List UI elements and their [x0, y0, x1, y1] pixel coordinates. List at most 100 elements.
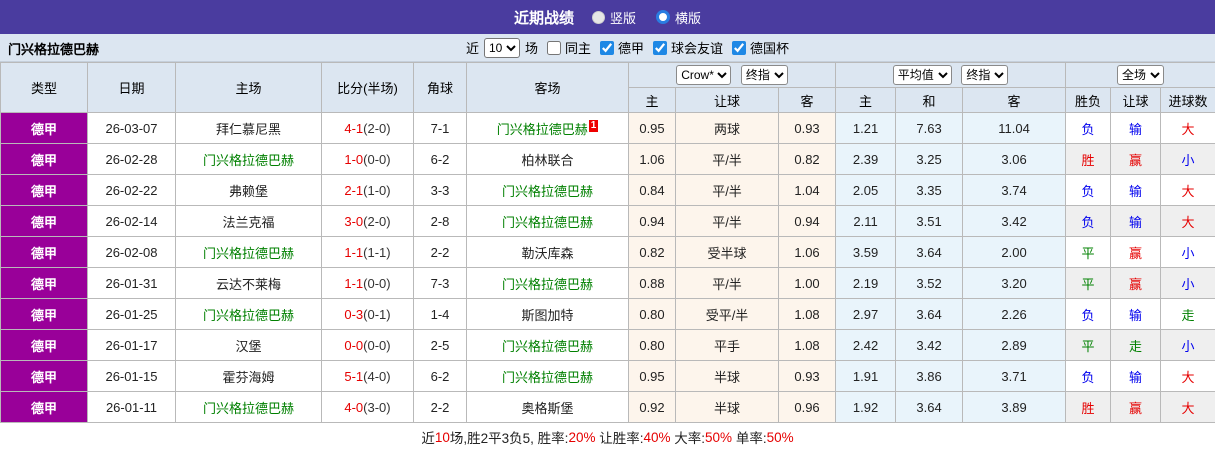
handicap-away-odds: 0.93: [779, 361, 836, 392]
halftime-score: (1-1): [363, 245, 390, 260]
radio-horizontal-label: 横版: [675, 8, 701, 27]
goals-result: 大: [1161, 361, 1215, 392]
away-team: 柏林联合: [467, 144, 629, 175]
corner-cell: 7-1: [414, 113, 467, 144]
league-label-bundesliga: 德甲: [618, 38, 644, 57]
home-team-name: 云达不莱梅: [216, 277, 281, 292]
date-cell: 26-01-15: [88, 361, 176, 392]
handicap-away-odds: 1.06: [779, 237, 836, 268]
handicap-home-odds: 0.80: [629, 299, 676, 330]
avg-draw-odds: 3.64: [896, 237, 963, 268]
league-type-cell: 德甲: [1, 299, 88, 330]
radio-unchecked-icon[interactable]: [592, 11, 605, 24]
handicap-away-odds: 0.82: [779, 144, 836, 175]
avg-home-odds: 2.19: [836, 268, 896, 299]
handicap-line: 平/半: [676, 206, 779, 237]
fulltime-score: 1-1: [344, 276, 363, 291]
fulltime-score: 3-0: [344, 214, 363, 229]
outcome-result: 胜: [1066, 392, 1111, 423]
halftime-score: (2-0): [363, 214, 390, 229]
home-team: 门兴格拉德巴赫: [176, 144, 322, 175]
col-header-type: 类型: [1, 63, 88, 113]
table-row: 德甲 26-01-25 门兴格拉德巴赫 0-3(0-1) 1-4 斯图加特 0.…: [1, 299, 1215, 330]
avg-home-odds: 1.92: [836, 392, 896, 423]
europe-stage-select[interactable]: 终指: [961, 65, 1008, 85]
away-team: 门兴格拉德巴赫: [467, 330, 629, 361]
outcome-result: 负: [1066, 361, 1111, 392]
away-team: 奥格斯堡: [467, 392, 629, 423]
average-odds-select[interactable]: 平均值: [893, 65, 952, 85]
league-type-cell: 德甲: [1, 206, 88, 237]
league-type-cell: 德甲: [1, 330, 88, 361]
date-cell: 26-03-07: [88, 113, 176, 144]
away-team-name: 门兴格拉德巴赫: [502, 370, 593, 385]
avg-draw-odds: 3.86: [896, 361, 963, 392]
away-team: 门兴格拉德巴赫: [467, 175, 629, 206]
date-cell: 26-02-28: [88, 144, 176, 175]
avg-home-odds: 2.05: [836, 175, 896, 206]
top-title-bar: 近期战绩 竖版 横版: [0, 0, 1215, 34]
summary-segment: 20%: [568, 430, 595, 445]
handicap-home-odds: 0.80: [629, 330, 676, 361]
handicap-line: 平/半: [676, 268, 779, 299]
summary-segment: 50%: [767, 430, 794, 445]
layout-radio-vertical[interactable]: 竖版: [592, 8, 636, 27]
match-count-select[interactable]: 10: [484, 38, 520, 58]
sub-header-avg-home: 主: [836, 88, 896, 113]
table-row: 德甲 26-01-17 汉堡 0-0(0-0) 2-5 门兴格拉德巴赫 0.80…: [1, 330, 1215, 361]
handicap-home-odds: 0.95: [629, 361, 676, 392]
odds-company-select[interactable]: Crow*: [676, 65, 731, 85]
score-cell: 3-0(2-0): [322, 206, 414, 237]
away-team: 门兴格拉德巴赫: [467, 361, 629, 392]
avg-home-odds: 2.39: [836, 144, 896, 175]
league-type-cell: 德甲: [1, 361, 88, 392]
league-type-cell: 德甲: [1, 144, 88, 175]
league-checkbox-dfb-pokal[interactable]: [732, 41, 746, 55]
home-team: 拜仁慕尼黑: [176, 113, 322, 144]
table-row: 德甲 26-02-22 弗赖堡 2-1(1-0) 3-3 门兴格拉德巴赫 0.8…: [1, 175, 1215, 206]
page-title: 近期战绩: [514, 7, 574, 28]
handicap-result: 赢: [1111, 392, 1161, 423]
team-title: 门兴格拉德巴赫: [8, 34, 99, 62]
table-row: 德甲 26-01-31 云达不莱梅 1-1(0-0) 7-3 门兴格拉德巴赫 0…: [1, 268, 1215, 299]
match-scope-select[interactable]: 全场: [1117, 65, 1164, 85]
goals-result: 大: [1161, 113, 1215, 144]
away-team: 斯图加特: [467, 299, 629, 330]
handicap-home-odds: 0.88: [629, 268, 676, 299]
home-team: 门兴格拉德巴赫: [176, 237, 322, 268]
avg-draw-odds: 3.35: [896, 175, 963, 206]
home-team-name: 汉堡: [235, 339, 261, 354]
home-team-name: 弗赖堡: [229, 184, 268, 199]
score-cell: 1-1(1-1): [322, 237, 414, 268]
col-header-home: 主场: [176, 63, 322, 113]
handicap-result: 输: [1111, 175, 1161, 206]
score-cell: 4-0(3-0): [322, 392, 414, 423]
handicap-result: 走: [1111, 330, 1161, 361]
avg-home-odds: 3.59: [836, 237, 896, 268]
summary-segment: 让胜率:: [595, 427, 643, 447]
avg-away-odds: 3.89: [963, 392, 1066, 423]
handicap-stage-select[interactable]: 终指: [741, 65, 788, 85]
league-checkbox-bundesliga[interactable]: [600, 41, 614, 55]
handicap-home-odds: 1.06: [629, 144, 676, 175]
corner-cell: 6-2: [414, 361, 467, 392]
radio-checked-icon[interactable]: [656, 10, 670, 24]
outcome-result: 负: [1066, 206, 1111, 237]
handicap-line: 受半球: [676, 237, 779, 268]
fulltime-score: 4-1: [344, 121, 363, 136]
summary-segment: 50%: [705, 430, 732, 445]
league-label-dfb-pokal: 德国杯: [750, 38, 789, 57]
league-type-cell: 德甲: [1, 113, 88, 144]
avg-draw-odds: 3.64: [896, 392, 963, 423]
sub-header-avg-away: 客: [963, 88, 1066, 113]
avg-home-odds: 1.91: [836, 361, 896, 392]
layout-radio-horizontal[interactable]: 横版: [656, 8, 701, 27]
handicap-line: 平/半: [676, 144, 779, 175]
home-team-name: 门兴格拉德巴赫: [203, 401, 294, 416]
red-card-badge: 1: [589, 120, 599, 132]
table-row: 德甲 26-02-14 法兰克福 3-0(2-0) 2-8 门兴格拉德巴赫 0.…: [1, 206, 1215, 237]
same-home-checkbox[interactable]: [547, 41, 561, 55]
league-checkbox-friendly[interactable]: [653, 41, 667, 55]
outcome-result: 负: [1066, 299, 1111, 330]
sub-header-handicap-home: 主: [629, 88, 676, 113]
